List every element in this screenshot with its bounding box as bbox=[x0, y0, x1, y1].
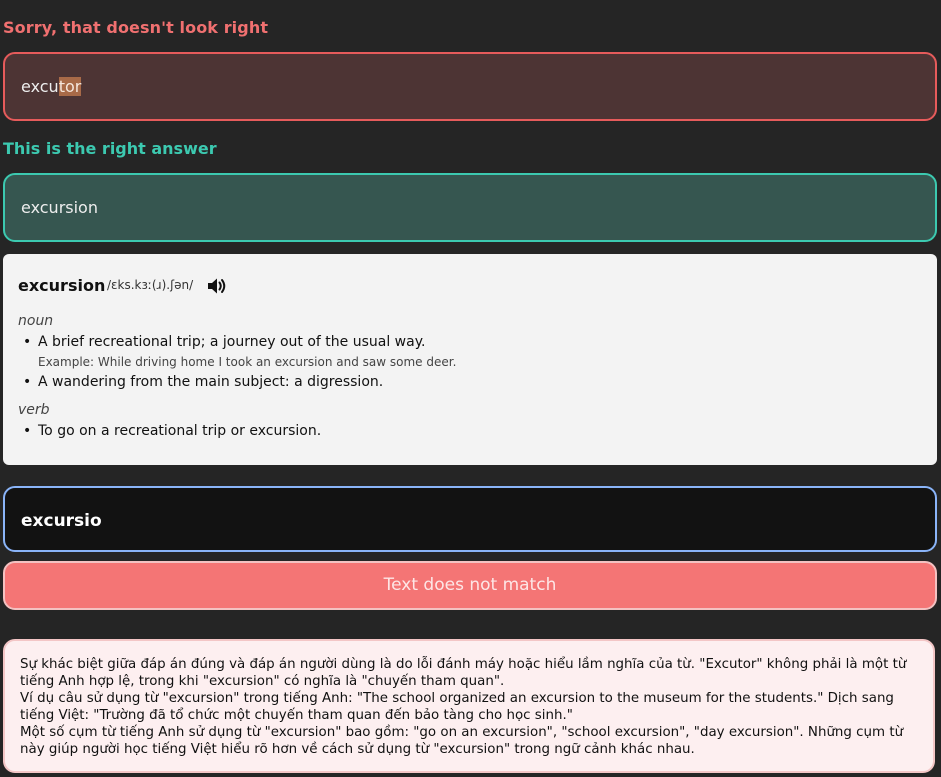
definition-text: A brief recreational trip; a journey out… bbox=[38, 334, 426, 350]
dictionary-card: excursion /ɛks.kɜː(ɹ).ʃən/ noun • A brie… bbox=[3, 254, 937, 465]
user-answer-error-highlight: tor bbox=[58, 77, 82, 96]
answer-input-box[interactable] bbox=[3, 486, 937, 552]
user-answer-prefix: excu bbox=[21, 77, 59, 96]
error-label: Sorry, that doesn't look right bbox=[3, 18, 269, 37]
speaker-icon[interactable] bbox=[206, 276, 228, 296]
definition-example: Example: While driving home I took an ex… bbox=[38, 355, 457, 369]
pos-verb: verb bbox=[18, 402, 50, 418]
definition-text: To go on a recreational trip or excursio… bbox=[38, 423, 322, 439]
correct-label: This is the right answer bbox=[3, 139, 217, 158]
bullet-icon: • bbox=[23, 423, 32, 439]
explanation-paragraph: Sự khác biệt giữa đáp án đúng và đáp án … bbox=[20, 657, 907, 689]
explanation-paragraph: Một số cụm từ tiếng Anh sử dụng từ "excu… bbox=[20, 725, 904, 757]
definition-text: A wandering from the main subject: a dig… bbox=[38, 374, 384, 390]
bullet-icon: • bbox=[23, 374, 32, 390]
dictionary-ipa: /ɛks.kɜː(ɹ).ʃən/ bbox=[107, 278, 194, 292]
correct-answer-text: excursion bbox=[21, 198, 98, 217]
correct-answer-box: excursion bbox=[3, 173, 937, 242]
bullet-icon: • bbox=[23, 334, 32, 350]
pos-noun: noun bbox=[18, 313, 54, 329]
explanation-paragraph: Ví dụ câu sử dụng từ "excursion" trong t… bbox=[20, 691, 894, 723]
dictionary-word: excursion bbox=[18, 276, 106, 295]
user-answer-text: excutor bbox=[21, 77, 82, 96]
user-answer-box: excutor bbox=[3, 52, 937, 121]
explanation-box: Sự khác biệt giữa đáp án đúng và đáp án … bbox=[3, 639, 935, 773]
text-mismatch-button[interactable]: Text does not match bbox=[3, 561, 937, 610]
answer-input[interactable] bbox=[21, 506, 901, 536]
